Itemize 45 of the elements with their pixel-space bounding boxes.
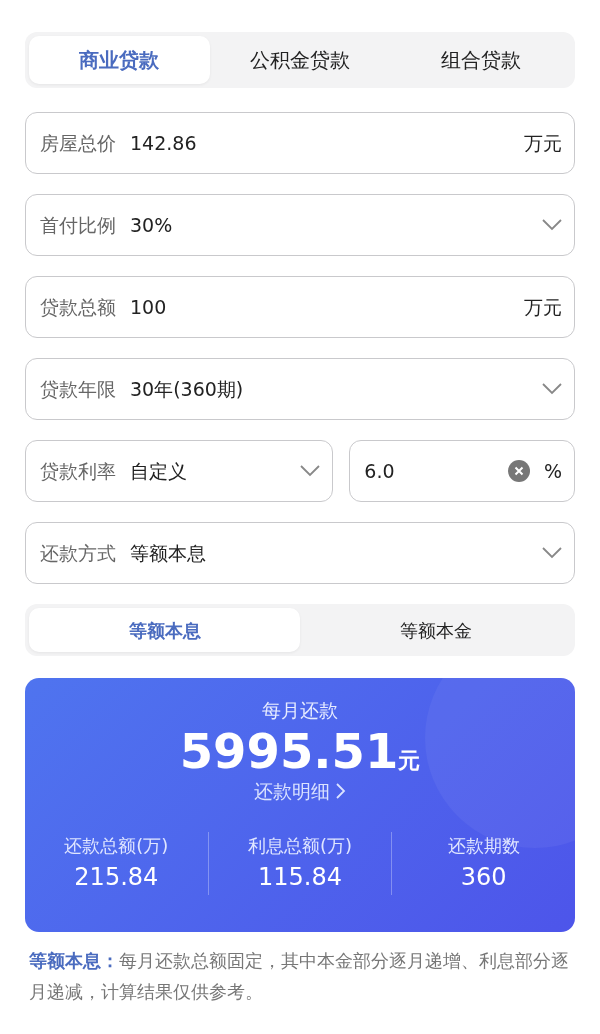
stat-value: 360 (460, 861, 507, 893)
field-value: 100 (130, 294, 168, 320)
stat-label: 还款期数 (447, 833, 520, 858)
field-value: 等额本息 (130, 540, 207, 566)
stat-value: 215.84 (74, 861, 159, 893)
select-field[interactable]: 首付比例 30% (25, 194, 575, 256)
result-title: 每月还款 (261, 698, 339, 723)
input-field[interactable]: 6.0 % (349, 440, 575, 502)
chevron-down-icon[interactable] (542, 383, 562, 395)
field-label: 贷款利率 (40, 458, 116, 484)
field-label: 首付比例 (40, 212, 116, 238)
field-value: 30年(360期) (130, 376, 245, 402)
tab[interactable]: 等额本金 (300, 608, 571, 652)
field-label: 贷款年限 (40, 376, 116, 402)
select-field[interactable]: 还款方式 等额本息 (25, 522, 575, 584)
field-value: 142.86 (130, 130, 198, 156)
stat-value: 115.84 (258, 861, 342, 893)
field-label: 房屋总价 (40, 130, 116, 156)
field-label: 还款方式 (40, 540, 116, 566)
unit-label: 万元 (524, 130, 562, 156)
input-field[interactable]: 贷款总额 100 万元 (25, 276, 575, 338)
clear-icon[interactable] (507, 460, 530, 482)
stat-label: 利息总额(万) (248, 833, 353, 858)
tab[interactable]: 等额本息 (29, 608, 300, 652)
currency-label: 元 (398, 747, 421, 775)
input-field[interactable]: 房屋总价 142.86 万元 (25, 112, 575, 174)
chevron-down-icon[interactable] (300, 465, 321, 477)
select-field[interactable]: 贷款年限 30年(360期) (25, 358, 575, 420)
detail-link[interactable]: 还款明细 (253, 777, 346, 806)
select-field[interactable]: 贷款利率 自定义 (25, 440, 334, 502)
chevron-down-icon[interactable] (542, 547, 562, 559)
field-label: 贷款总额 (40, 294, 116, 320)
unit-label: 万元 (524, 294, 562, 320)
amount-value: 5995.51 (179, 724, 399, 778)
tab[interactable]: 组合贷款 (390, 36, 571, 84)
chevron-down-icon[interactable] (542, 219, 562, 231)
tab[interactable]: 商业贷款 (29, 36, 210, 84)
field-value: 30% (130, 212, 174, 238)
unit-label: % (543, 458, 562, 484)
field-value: 自定义 (130, 458, 188, 484)
tab[interactable]: 公积金贷款 (209, 36, 391, 84)
chevron-right-icon[interactable] (336, 783, 346, 800)
field-value: 6.0 (364, 458, 396, 484)
stat-label: 还款总额(万) (64, 833, 169, 858)
note-text: 等额本息：每月还款总额固定，其中本金部分逐月递增、利息部分逐月递减，计算结果仅供参考。 (29, 949, 570, 1004)
